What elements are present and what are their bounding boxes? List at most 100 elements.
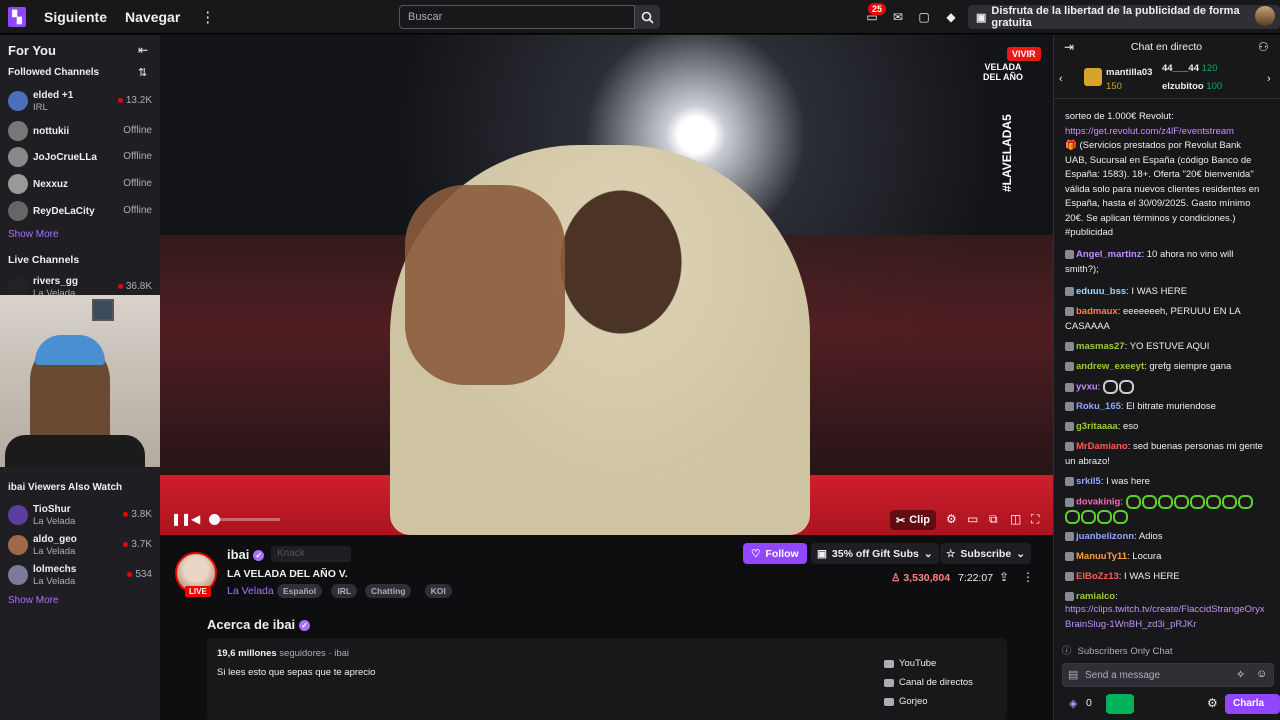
chat-username[interactable]: ElBoZz13 (1076, 571, 1119, 582)
bits-icon[interactable]: ◆ (943, 9, 959, 25)
stream-tag[interactable]: IRL (331, 584, 358, 598)
share-icon[interactable]: ⇪ (999, 570, 1009, 584)
magic-icon[interactable]: ✧ (1236, 668, 1245, 681)
followed-channel-item[interactable]: nottukii Offline (0, 118, 160, 144)
about-description: Si lees esto que sepas que te aprecio (217, 667, 376, 678)
chat-username[interactable]: dovakinig (1076, 497, 1120, 508)
channel-name: ReyDeLaCity (33, 206, 95, 217)
followed-channel-item[interactable]: Nexxuz Offline (0, 171, 160, 197)
chat-username[interactable]: ManuuTy11 (1076, 551, 1127, 562)
chat-badge-icon (1065, 441, 1074, 451)
collapse-sidebar-icon[interactable]: ⇤ (138, 43, 148, 57)
settings-icon[interactable]: ⚙ (946, 512, 957, 526)
stream-tag[interactable]: Español (277, 584, 323, 598)
channel-status: Offline (123, 205, 152, 216)
social-icon (884, 697, 894, 706)
community-icon[interactable]: ⚇ (1258, 40, 1269, 54)
chat-username[interactable]: eduuu_bss (1076, 286, 1126, 297)
social-link[interactable]: Canal de directos (884, 677, 973, 688)
top-gifter[interactable]: mantilla03 150 (1106, 67, 1152, 78)
chevron-left-icon[interactable]: ‹ (1059, 73, 1063, 85)
gift-subs-button[interactable]: ▣ 35% off Gift Subs ⌄ (811, 543, 939, 564)
stream-tag[interactable]: KOI (424, 584, 452, 598)
channel-status: 534 (127, 569, 152, 580)
chat-username[interactable]: andrew_exeeyt (1076, 361, 1144, 372)
fullscreen-icon[interactable]: ⛶ (1031, 512, 1039, 527)
social-link[interactable]: Gorjeo (884, 696, 928, 707)
chat-settings-icon[interactable]: ⚙ (1207, 696, 1218, 710)
sidebar-toggle-icon[interactable]: ◫ (1010, 512, 1021, 526)
chat-link-message[interactable]: https://clips.twitch.tv/create/FlaccidSt… (1065, 603, 1265, 632)
top-gifter[interactable]: elzubitoo 100 (1162, 81, 1222, 92)
social-link[interactable]: YouTube (884, 658, 936, 669)
clip-link[interactable]: https://clips.twitch.tv/create/FlaccidSt… (1065, 604, 1265, 630)
stream-tag[interactable]: Chatting (365, 584, 412, 598)
top-gifter[interactable]: 44___44 120 (1162, 63, 1217, 74)
more-options-icon[interactable]: ⋮ (1022, 570, 1034, 584)
emote-icon (1157, 495, 1173, 509)
knack-button[interactable]: Knack (271, 546, 351, 562)
hashtag-overlay: #LAVELADA5 (1000, 114, 1014, 192)
search-button[interactable] (635, 5, 660, 29)
followed-channel-item[interactable]: elded +1 IRL 13.2K (0, 88, 160, 114)
streamer-name[interactable]: ibai ✓ (227, 547, 265, 562)
chat-username[interactable]: srkil5 (1076, 476, 1101, 487)
user-avatar[interactable] (1255, 6, 1275, 26)
show-more-also-watch[interactable]: Show More (8, 595, 59, 606)
promo-link[interactable]: https://get.revolut.com/z4lF/eventstream (1065, 126, 1234, 137)
live-dot-icon (123, 541, 129, 547)
emote-icon (1141, 495, 1157, 509)
pause-icon[interactable]: ❚❚ (171, 512, 191, 526)
inbox-icon[interactable]: ✉ (890, 9, 906, 25)
show-more-followed[interactable]: Show More (8, 229, 59, 240)
followed-channel-item[interactable]: ReyDeLaCity Offline (0, 198, 160, 224)
chevron-right-icon[interactable]: › (1267, 73, 1271, 85)
gifter-name: mantilla03 (1106, 67, 1153, 78)
ad-free-promo-button[interactable]: ▣ Disfruta de la libertad de la publicid… (968, 5, 1280, 29)
picture-in-picture-icon[interactable]: ⧉ (989, 512, 998, 527)
chat-username[interactable]: Roku_165 (1076, 401, 1121, 412)
viewers-icon: ♙ (891, 572, 904, 584)
volume-slider-track[interactable] (212, 518, 280, 521)
chat-username[interactable]: juanbelizonn (1076, 531, 1134, 542)
chat-username[interactable]: masmas27 (1076, 341, 1125, 352)
stream-category[interactable]: La Velada (227, 585, 274, 597)
volume-slider-knob[interactable] (209, 514, 220, 525)
followed-channel-item[interactable]: JoJoCrueLLa Offline (0, 144, 160, 170)
prediction-button[interactable] (1106, 694, 1134, 714)
chat-username[interactable]: ramialco (1076, 591, 1115, 602)
gift-label: 35% off Gift Subs (831, 547, 919, 560)
follow-label: Follow (765, 547, 799, 560)
channel-name: JoJoCrueLLa (33, 152, 97, 163)
chat-send-button[interactable]: Charla (1225, 694, 1280, 714)
live-dot-icon (123, 511, 129, 517)
whispers-icon[interactable]: ▢ (916, 9, 932, 25)
clip-button[interactable]: ✂ Clip (890, 510, 936, 530)
chat-username[interactable]: badmaux (1076, 306, 1118, 317)
volume-icon[interactable]: ◀ (191, 512, 200, 526)
channel-points-icon[interactable]: ◈ (1069, 697, 1077, 710)
also-watch-channel-item[interactable]: aldo_geo La Velada 3.7K (0, 532, 160, 558)
chat-username[interactable]: yvxu (1076, 382, 1098, 393)
also-watch-channel-item[interactable]: TioShur La Velada 3.8K (0, 502, 160, 528)
chat-username[interactable]: Angel_martinz (1076, 249, 1141, 260)
nav-browse[interactable]: Navegar (125, 9, 180, 25)
chat-message: eduuu_bss: I WAS HERE (1065, 285, 1265, 300)
video-player[interactable] (160, 35, 1053, 535)
theatre-mode-icon[interactable]: ▭ (967, 512, 978, 526)
sort-icon[interactable]: ⇅ (138, 66, 147, 79)
search-input[interactable] (399, 5, 635, 29)
chat-username[interactable]: g3ritaaaa (1076, 421, 1118, 432)
chat-badge-icon (1065, 361, 1074, 371)
channel-name: TioShur (33, 504, 71, 515)
more-options-icon[interactable]: ⋮ (200, 8, 215, 26)
nav-following[interactable]: Siguiente (44, 9, 107, 25)
stream-uptime: 7:22:07 (958, 572, 994, 584)
chat-username[interactable]: MrDamiano (1076, 441, 1128, 452)
subscribe-button[interactable]: ☆ Subscribe ⌄ (940, 543, 1032, 564)
also-watch-channel-item[interactable]: lolmechs La Velada 534 (0, 562, 160, 588)
twitch-logo-icon[interactable]: ▚ (8, 6, 26, 27)
follow-button[interactable]: ♡ Follow (743, 543, 807, 564)
webcam-frame (92, 299, 114, 321)
emote-picker-icon[interactable]: ☺ (1256, 668, 1267, 680)
